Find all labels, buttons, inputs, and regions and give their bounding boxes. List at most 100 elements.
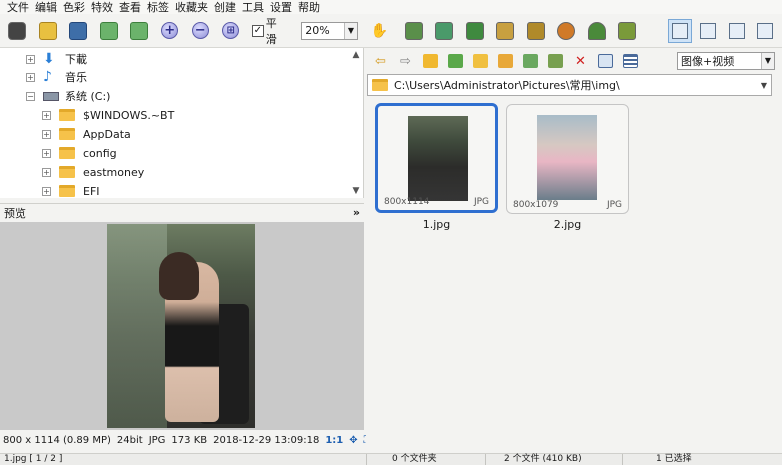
expand-icon[interactable]: + bbox=[42, 167, 51, 177]
scroll-down-icon[interactable]: ▼ bbox=[353, 186, 360, 196]
zoom-select[interactable]: 20% ▼ bbox=[301, 21, 358, 40]
hand-tool-button[interactable]: ✋ bbox=[368, 19, 391, 42]
details-view-button[interactable] bbox=[622, 53, 639, 70]
thumbnail-item[interactable]: 800x1114 JPG bbox=[375, 103, 498, 213]
previous-button[interactable] bbox=[98, 19, 121, 42]
file-type-filter-select[interactable]: 图像+视频 ▼ bbox=[677, 52, 775, 70]
zoom-out-icon: − bbox=[191, 22, 209, 39]
parent-folder-button[interactable] bbox=[422, 53, 439, 70]
view-fullscreen-button[interactable] bbox=[725, 19, 749, 43]
chevron-down-icon[interactable]: ▼ bbox=[757, 81, 771, 90]
tree-item-folder[interactable]: + AppData bbox=[42, 125, 131, 143]
menu-view[interactable]: 查看 bbox=[116, 1, 144, 14]
preview-image[interactable] bbox=[107, 224, 255, 428]
zoom-in-button[interactable]: + bbox=[159, 19, 182, 42]
menu-effects[interactable]: 特效 bbox=[88, 1, 116, 14]
image-edit-button[interactable] bbox=[463, 19, 486, 42]
smooth-label: 平滑 bbox=[265, 16, 277, 46]
menu-edit[interactable]: 编辑 bbox=[32, 1, 60, 14]
browser-view-icon bbox=[671, 22, 688, 39]
open-folder-button[interactable] bbox=[37, 19, 60, 42]
tree-item-folder[interactable]: + eastmoney bbox=[42, 163, 144, 181]
tree-item-label: EFI bbox=[83, 184, 100, 198]
menu-settings[interactable]: 设置 bbox=[267, 1, 295, 14]
tree-item-label: config bbox=[83, 146, 117, 160]
folder-refresh-icon bbox=[448, 54, 463, 68]
effects-button[interactable] bbox=[494, 19, 517, 42]
folder-tree[interactable]: + ⬇ 下載 + ♪ 音乐 − 系统 (C:) + $WINDOWS.~BT +… bbox=[0, 48, 364, 198]
camera-icon bbox=[8, 21, 27, 40]
fit-move-icon[interactable]: ✥ bbox=[349, 435, 357, 446]
thumbnail-grid: 800x1114 JPG 1.jpg 800x1079 JPG 2.jpg bbox=[366, 98, 782, 453]
tree-item-music[interactable]: + ♪ 音乐 bbox=[26, 68, 87, 86]
scroll-up-icon[interactable]: ▲ bbox=[353, 50, 360, 60]
move-icon bbox=[548, 54, 563, 68]
chevron-down-icon: ▼ bbox=[343, 22, 357, 39]
view-image-button[interactable] bbox=[697, 19, 721, 43]
favorite-folder-button[interactable] bbox=[472, 53, 489, 70]
expand-icon[interactable]: + bbox=[42, 148, 51, 158]
menu-help[interactable]: 帮助 bbox=[295, 1, 323, 14]
tree-item-downloads[interactable]: + ⬇ 下載 bbox=[26, 50, 87, 68]
thumbnail-filename[interactable]: 1.jpg bbox=[375, 218, 498, 231]
tree-scrollbar[interactable]: ▲ ▼ bbox=[349, 48, 363, 198]
crop-button[interactable] bbox=[402, 19, 425, 42]
expand-icon[interactable]: + bbox=[26, 72, 35, 82]
tree-item-label: $WINDOWS.~BT bbox=[83, 108, 175, 122]
thumbnail-filename[interactable]: 2.jpg bbox=[506, 218, 629, 231]
menu-file[interactable]: 文件 bbox=[4, 1, 32, 14]
status-selected-count: 1 已选择 bbox=[656, 454, 692, 464]
zoom-out-button[interactable]: − bbox=[189, 19, 212, 42]
export-button[interactable] bbox=[616, 19, 639, 42]
list-view-icon bbox=[623, 54, 638, 68]
collapse-icon[interactable]: » bbox=[353, 206, 360, 219]
menu-favorites[interactable]: 收藏夹 bbox=[172, 1, 211, 14]
stamp-button[interactable] bbox=[585, 19, 608, 42]
adjust-button[interactable] bbox=[433, 19, 456, 42]
image-bitdepth: 24bit bbox=[116, 434, 143, 446]
save-icon bbox=[69, 21, 88, 40]
smooth-checkbox[interactable]: ✓ 平滑 bbox=[252, 15, 287, 47]
next-button[interactable] bbox=[128, 19, 151, 42]
camera-button[interactable] bbox=[6, 19, 29, 42]
delete-button[interactable]: ✕ bbox=[572, 53, 589, 70]
image-dimensions: 800 x 1114 (0.89 MP) bbox=[3, 434, 111, 446]
thumbnail-item[interactable]: 800x1079 JPG bbox=[506, 104, 629, 214]
expand-icon[interactable]: + bbox=[42, 129, 51, 139]
view-browser-button[interactable] bbox=[667, 18, 692, 43]
menu-tools[interactable]: 工具 bbox=[239, 1, 267, 14]
tree-item-label: 音乐 bbox=[65, 71, 87, 84]
copy-to-button[interactable] bbox=[522, 53, 539, 70]
image-datetime: 2018-12-29 13:09:18 bbox=[213, 434, 320, 446]
move-to-button[interactable] bbox=[547, 53, 564, 70]
refresh-folder-button[interactable] bbox=[447, 53, 464, 70]
menu-tags[interactable]: 标签 bbox=[144, 1, 172, 14]
tree-item-folder[interactable]: + $WINDOWS.~BT bbox=[42, 106, 174, 124]
address-bar[interactable]: C:\Users\Administrator\Pictures\常用\img\ … bbox=[367, 74, 772, 96]
zoom-fit-button[interactable]: ⊞ bbox=[220, 19, 243, 42]
tree-item-system-drive[interactable]: − 系统 (C:) bbox=[26, 87, 110, 105]
expand-icon[interactable]: + bbox=[26, 54, 35, 64]
view-manager-button[interactable] bbox=[754, 19, 778, 43]
batch-button[interactable] bbox=[524, 19, 547, 42]
preview-header: 预览 » bbox=[0, 203, 364, 221]
hand-icon: ✋ bbox=[370, 22, 388, 39]
export-icon bbox=[618, 21, 637, 40]
save-button[interactable] bbox=[67, 19, 90, 42]
expand-icon[interactable]: + bbox=[42, 110, 51, 120]
address-path[interactable]: C:\Users\Administrator\Pictures\常用\img\ bbox=[394, 77, 757, 93]
expand-icon[interactable]: + bbox=[42, 186, 51, 196]
color-button[interactable] bbox=[555, 19, 578, 42]
menu-create[interactable]: 创建 bbox=[211, 1, 239, 14]
thumbnail-image bbox=[408, 116, 468, 201]
new-folder-button[interactable] bbox=[497, 53, 514, 70]
forward-button[interactable]: ⇨ bbox=[397, 53, 414, 70]
back-button[interactable]: ⇦ bbox=[372, 53, 389, 70]
collapse-icon[interactable]: − bbox=[26, 91, 35, 101]
tree-item-folder[interactable]: + config bbox=[42, 144, 117, 162]
thumbnail-view-button[interactable] bbox=[597, 53, 614, 70]
preview-pane bbox=[0, 222, 364, 430]
menu-color[interactable]: 色彩 bbox=[60, 1, 88, 14]
actual-size-button[interactable]: 1:1 bbox=[325, 435, 343, 446]
tree-item-folder[interactable]: + EFI bbox=[42, 182, 100, 200]
